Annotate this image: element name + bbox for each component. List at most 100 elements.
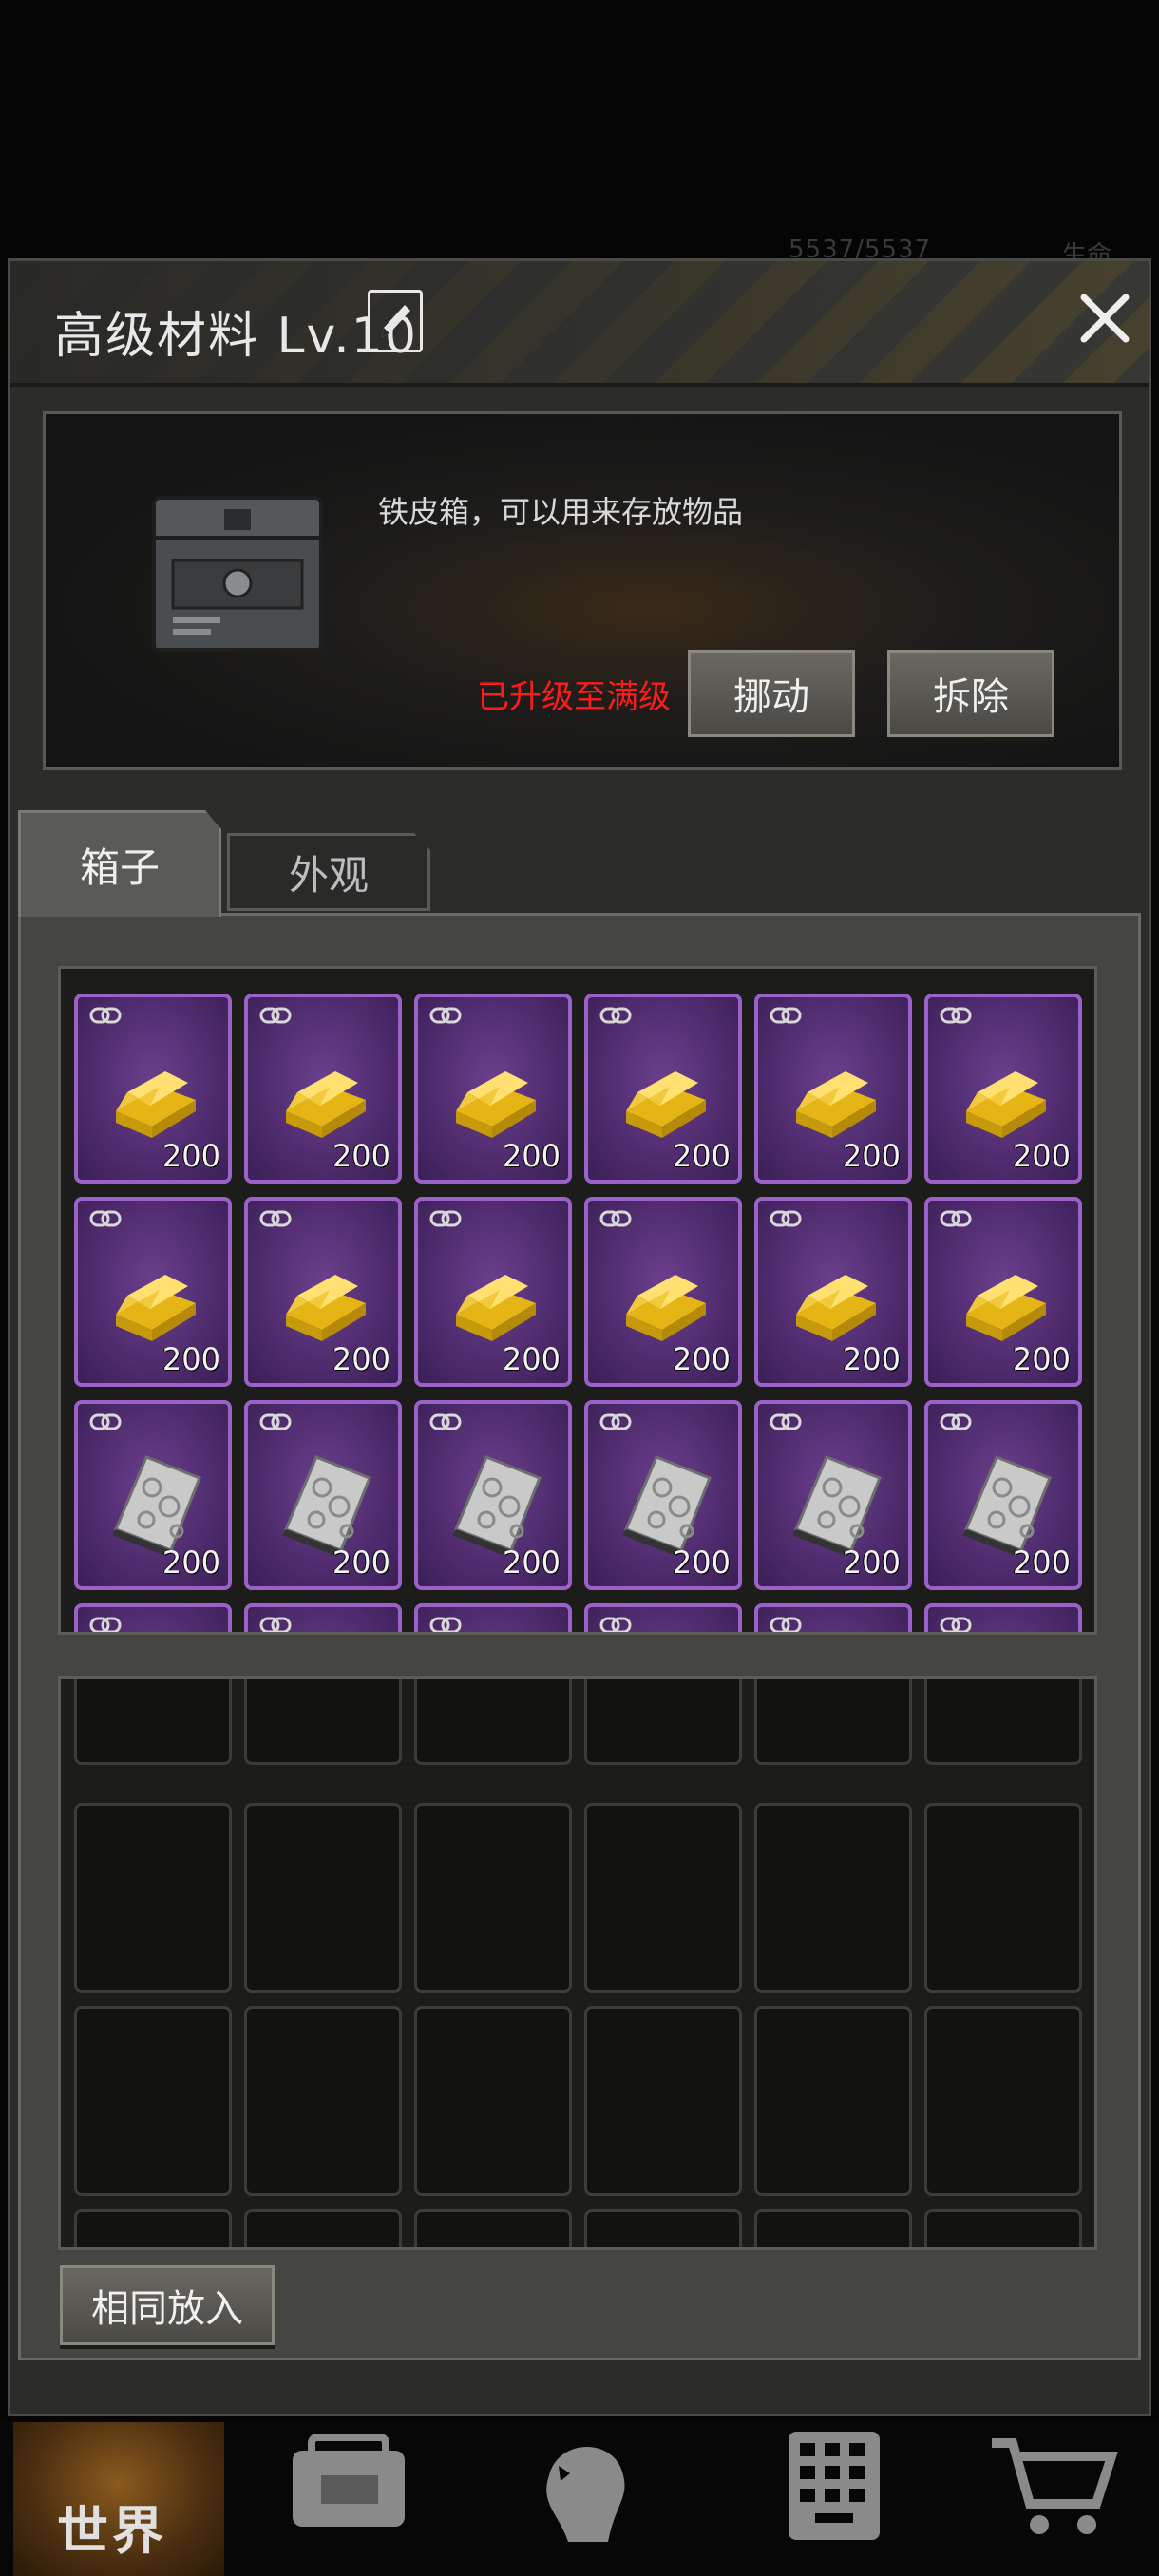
bound-link-icon — [259, 1007, 292, 1024]
empty-slot[interactable] — [244, 2209, 402, 2247]
empty-slot[interactable] — [754, 2006, 912, 2196]
item-slot[interactable]: 200 — [754, 994, 912, 1184]
item-slot[interactable]: 200 — [584, 1400, 742, 1590]
item-slot[interactable]: 200 — [244, 994, 402, 1184]
box-item-grid: 200 200 200 200 200 200 200 200 200 200 200 200 200 2… — [58, 966, 1097, 1635]
item-slot[interactable]: 200 — [924, 1197, 1082, 1387]
item-slot[interactable]: 200 — [584, 1197, 742, 1387]
item-quantity: 200 — [1012, 1544, 1071, 1581]
remove-button[interactable]: 拆除 — [887, 650, 1054, 737]
empty-slot[interactable] — [244, 1679, 402, 1765]
empty-slot[interactable] — [584, 2209, 742, 2247]
bound-link-icon — [599, 1007, 632, 1024]
empty-slot[interactable] — [74, 1679, 232, 1765]
silver-plate-icon — [104, 1451, 209, 1556]
item-slot[interactable]: 200 — [584, 994, 742, 1184]
silver-plate-icon — [785, 1451, 889, 1556]
item-slot[interactable]: 200 — [244, 1197, 402, 1387]
item-slot[interactable]: 200 — [754, 1197, 912, 1387]
item-slot-partial[interactable] — [74, 1603, 232, 1632]
phone-icon[interactable] — [768, 2428, 901, 2542]
bound-link-icon — [770, 1210, 802, 1227]
empty-slot[interactable] — [414, 2006, 572, 2196]
gold-bar-icon — [615, 1248, 719, 1353]
character-icon[interactable] — [521, 2428, 654, 2542]
item-slot-partial[interactable] — [244, 1603, 402, 1632]
gold-bar-icon — [104, 1248, 209, 1353]
empty-slot[interactable] — [244, 2006, 402, 2196]
item-slot[interactable]: 200 — [414, 994, 572, 1184]
empty-slot[interactable] — [924, 2006, 1082, 2196]
gold-bar-icon — [104, 1045, 209, 1149]
bound-link-icon — [940, 1210, 972, 1227]
item-slot[interactable]: 200 — [74, 994, 232, 1184]
item-quantity: 200 — [672, 1341, 731, 1377]
empty-slot[interactable] — [584, 1679, 742, 1765]
move-button[interactable]: 挪动 — [688, 650, 855, 737]
tab-box[interactable]: 箱子 — [18, 810, 221, 917]
tab-appearance[interactable]: 外观 — [227, 833, 430, 911]
empty-slot[interactable] — [584, 2006, 742, 2196]
bound-link-icon — [940, 1007, 972, 1024]
empty-slot[interactable] — [754, 1803, 912, 1993]
panel-title: 高级材料 Lv.10 — [54, 308, 418, 365]
empty-slot[interactable] — [924, 2209, 1082, 2247]
item-slot[interactable]: 200 — [74, 1400, 232, 1590]
empty-slot[interactable] — [414, 2209, 572, 2247]
put-same-button[interactable]: 相同放入 — [60, 2265, 275, 2345]
empty-slot[interactable] — [74, 2209, 232, 2247]
item-quantity: 200 — [842, 1341, 901, 1377]
empty-slot[interactable] — [754, 2209, 912, 2247]
item-slot-partial[interactable] — [754, 1603, 912, 1632]
gold-bar-icon — [615, 1045, 719, 1149]
item-slot[interactable]: 200 — [74, 1197, 232, 1387]
item-quantity: 200 — [1012, 1341, 1071, 1377]
empty-slot[interactable] — [414, 1803, 572, 1993]
empty-slot[interactable] — [924, 1803, 1082, 1993]
item-slot[interactable]: 200 — [244, 1400, 402, 1590]
item-quantity: 200 — [502, 1138, 560, 1174]
empty-slot[interactable] — [74, 2006, 232, 2196]
item-slot-partial[interactable] — [924, 1603, 1082, 1632]
item-slot[interactable]: 200 — [414, 1400, 572, 1590]
gold-bar-icon — [955, 1248, 1059, 1353]
backpack-icon[interactable] — [283, 2428, 416, 2542]
item-quantity: 200 — [162, 1138, 220, 1174]
bound-link-icon — [940, 1413, 972, 1430]
silver-plate-icon — [275, 1451, 379, 1556]
empty-slot[interactable] — [584, 1803, 742, 1993]
iron-chest-icon — [144, 490, 331, 661]
item-slot-partial[interactable] — [414, 1603, 572, 1632]
pencil-icon[interactable] — [368, 290, 423, 352]
cart-icon[interactable] — [988, 2428, 1121, 2542]
empty-slot[interactable] — [754, 1679, 912, 1765]
item-info-box: 铁皮箱，可以用来存放物品 已升级至满级 挪动 拆除 — [43, 411, 1122, 770]
item-quantity: 200 — [502, 1341, 560, 1377]
item-quantity: 200 — [672, 1544, 731, 1581]
empty-slot[interactable] — [74, 1803, 232, 1993]
item-quantity: 200 — [162, 1341, 220, 1377]
bound-link-icon — [89, 1210, 122, 1227]
bound-link-icon — [429, 1413, 462, 1430]
inventory-grid — [58, 1676, 1097, 2250]
gold-bar-icon — [445, 1248, 549, 1353]
item-slot[interactable]: 200 — [414, 1197, 572, 1387]
silver-plate-icon — [445, 1451, 549, 1556]
item-slot-partial[interactable] — [584, 1603, 742, 1632]
item-quantity: 200 — [1012, 1138, 1071, 1174]
close-icon[interactable] — [1074, 288, 1135, 349]
item-slot[interactable]: 200 — [924, 994, 1082, 1184]
item-quantity: 200 — [332, 1341, 390, 1377]
title-bar: 高级材料 Lv.10 — [10, 261, 1149, 387]
bound-link-icon — [89, 1413, 122, 1430]
empty-slot[interactable] — [924, 1679, 1082, 1765]
empty-slot[interactable] — [414, 1679, 572, 1765]
empty-slot[interactable] — [244, 1803, 402, 1993]
item-slot[interactable]: 200 — [924, 1400, 1082, 1590]
item-quantity: 200 — [332, 1138, 390, 1174]
item-slot[interactable]: 200 — [754, 1400, 912, 1590]
max-level-status: 已升级至满级 — [477, 678, 671, 716]
gold-bar-icon — [785, 1248, 889, 1353]
item-quantity: 200 — [332, 1544, 390, 1581]
gold-bar-icon — [785, 1045, 889, 1149]
